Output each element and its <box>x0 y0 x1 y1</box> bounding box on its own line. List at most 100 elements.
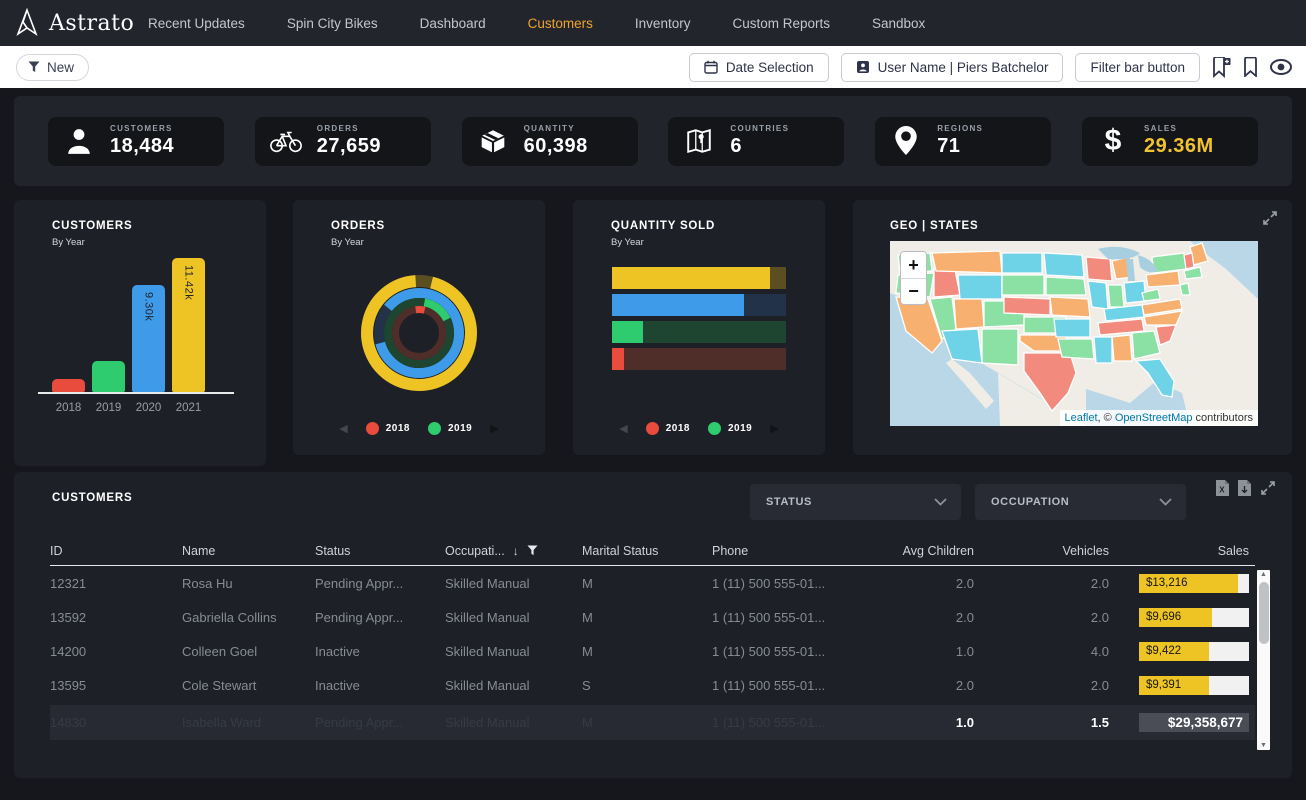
col-header-avg-children[interactable]: Avg Children <box>862 544 980 558</box>
filter-toolbar: New Date Selection User Name | Piers Bat… <box>0 46 1306 88</box>
bar-2019[interactable] <box>92 361 125 392</box>
hbar-2018[interactable] <box>612 348 786 370</box>
table-row[interactable]: 12321 Rosa Hu Pending Appr... Skilled Ma… <box>50 566 1255 600</box>
nav-item-recent-updates[interactable]: Recent Updates <box>148 16 245 31</box>
legend-label: 2018 <box>386 423 410 434</box>
col-header-phone[interactable]: Phone <box>712 544 862 558</box>
scroll-up-arrow[interactable]: ▲ <box>1257 571 1270 578</box>
chart-subtitle: By Year <box>331 237 545 248</box>
nav-item-sandbox[interactable]: Sandbox <box>872 16 925 31</box>
legend-item-2019[interactable]: 2019 <box>428 422 472 435</box>
hbar-2019[interactable] <box>612 321 786 343</box>
kpi-label: QUANTITY <box>524 124 588 133</box>
filter-bar-label: Filter bar button <box>1090 60 1185 75</box>
legend-next-arrow[interactable]: ▶ <box>490 422 498 435</box>
table-scrollbar[interactable]: ▲ ▼ <box>1257 570 1270 750</box>
export-excel-icon[interactable]: X <box>1216 480 1229 501</box>
user-name-button[interactable]: User Name | Piers Batchelor <box>841 53 1064 82</box>
ghost-cell-occupation: Skilled Manual <box>445 715 582 730</box>
cell-phone: 1 (11) 500 555-01... <box>712 576 862 591</box>
nav-item-custom-reports[interactable]: Custom Reports <box>732 16 830 31</box>
hbar-fill <box>612 294 744 316</box>
chart-title: QUANTITY SOLD <box>611 220 825 232</box>
table-row[interactable]: 13592 Gabriella Collins Pending Appr... … <box>50 600 1255 634</box>
export-file-icon[interactable] <box>1238 480 1251 501</box>
leaflet-map[interactable]: + − Leaflet, © OpenStreetMap contributor… <box>890 241 1258 426</box>
table-row[interactable]: 14200 Colleen Goel Inactive Skilled Manu… <box>50 634 1255 668</box>
hbar-2020[interactable] <box>612 294 786 316</box>
col-header-status[interactable]: Status <box>315 544 445 558</box>
ghost-cell-name: Isabella Ward <box>182 715 315 730</box>
nav-item-spin-city-bikes[interactable]: Spin City Bikes <box>287 16 378 31</box>
leaflet-link[interactable]: Leaflet <box>1065 412 1098 424</box>
legend-next-arrow[interactable]: ▶ <box>770 422 778 435</box>
ghost-cell-id: 14830 <box>50 715 182 730</box>
sales-bar: $9,391 <box>1139 676 1249 695</box>
legend-prev-arrow[interactable]: ◀ <box>619 422 627 435</box>
col-header-vehicles[interactable]: Vehicles <box>980 544 1115 558</box>
hbar-fill <box>612 348 624 370</box>
cell-status: Inactive <box>315 678 445 693</box>
eye-icon[interactable] <box>1270 59 1292 75</box>
scroll-down-arrow[interactable]: ▼ <box>1257 742 1270 749</box>
cell-sales: $13,216 <box>1115 574 1255 593</box>
status-dropdown[interactable]: STATUS <box>750 484 961 520</box>
col-header-sales[interactable]: Sales <box>1115 544 1255 558</box>
col-header-marital[interactable]: Marital Status <box>582 544 712 558</box>
occupation-dropdown[interactable]: OCCUPATION <box>975 484 1186 520</box>
totals-vehicles: 1.5 <box>980 715 1115 730</box>
filter-funnel-icon[interactable] <box>527 545 538 556</box>
kpi-orders: ORDERS 27,659 <box>255 117 431 166</box>
legend-item-2018[interactable]: 2018 <box>646 422 690 435</box>
cell-occupation: Skilled Manual <box>445 644 582 659</box>
cell-vehicles: 4.0 <box>980 644 1115 659</box>
scrollbar-thumb[interactable] <box>1259 582 1269 644</box>
filter-bar-button[interactable]: Filter bar button <box>1075 53 1200 82</box>
kpi-countries: COUNTRIES 6 <box>668 117 844 166</box>
bookmark-add-icon[interactable] <box>1212 57 1231 78</box>
kpi-value: 71 <box>937 135 983 158</box>
col-header-occupation[interactable]: Occupati... ↓ <box>445 544 582 558</box>
nav-item-dashboard[interactable]: Dashboard <box>420 16 486 31</box>
cell-status: Pending Appr... <box>315 576 445 591</box>
bookmark-icon[interactable] <box>1243 57 1258 77</box>
bar-chart[interactable]: 9.30k 11.42k 2018 2019 2020 2021 <box>38 256 248 414</box>
bar-value-label: 11.42k <box>172 265 205 361</box>
bar-2021[interactable]: 11.42k <box>172 258 205 392</box>
tick-2021: 2021 <box>172 402 205 414</box>
sales-value: $9,696 <box>1146 608 1181 627</box>
cell-sales: $9,391 <box>1115 676 1255 695</box>
hbar-2021[interactable] <box>612 267 786 289</box>
horizontal-bar-chart[interactable] <box>612 267 786 375</box>
cell-occupation: Skilled Manual <box>445 576 582 591</box>
osm-link[interactable]: OpenStreetMap <box>1115 412 1193 424</box>
sales-bar: $13,216 <box>1139 574 1249 593</box>
bar-value-label: 9.30k <box>132 292 165 388</box>
legend-prev-arrow[interactable]: ◀ <box>339 422 347 435</box>
x-axis-line <box>38 392 234 394</box>
status-dropdown-label: STATUS <box>766 496 812 508</box>
bar-2020[interactable]: 9.30k <box>132 285 165 392</box>
donut-chart[interactable] <box>334 248 504 423</box>
col-header-name[interactable]: Name <box>182 544 315 558</box>
table-row[interactable]: 13595 Cole Stewart Inactive Skilled Manu… <box>50 668 1255 702</box>
new-filter-chip[interactable]: New <box>16 54 89 81</box>
expand-icon[interactable] <box>1262 210 1278 231</box>
date-selection-button[interactable]: Date Selection <box>689 53 829 82</box>
brand-logo[interactable]: Astrato <box>0 8 130 38</box>
zoom-out-button[interactable]: − <box>901 278 926 304</box>
kpi-value: 60,398 <box>524 135 588 158</box>
chart-legend: ◀ 2018 2019 ▶ <box>293 422 545 435</box>
legend-item-2019[interactable]: 2019 <box>708 422 752 435</box>
legend-item-2018[interactable]: 2018 <box>366 422 410 435</box>
bar-2018[interactable] <box>52 379 85 392</box>
zoom-in-button[interactable]: + <box>901 252 926 278</box>
person-icon <box>62 127 96 155</box>
expand-icon[interactable] <box>1260 480 1276 501</box>
col-header-id[interactable]: ID <box>50 544 182 558</box>
sort-descending-icon[interactable]: ↓ <box>513 544 519 558</box>
chart-title: ORDERS <box>331 220 545 232</box>
nav-item-customers[interactable]: Customers <box>528 16 593 31</box>
nav-item-inventory[interactable]: Inventory <box>635 16 691 31</box>
map-attribution: Leaflet, © OpenStreetMap contributors <box>1060 410 1259 426</box>
